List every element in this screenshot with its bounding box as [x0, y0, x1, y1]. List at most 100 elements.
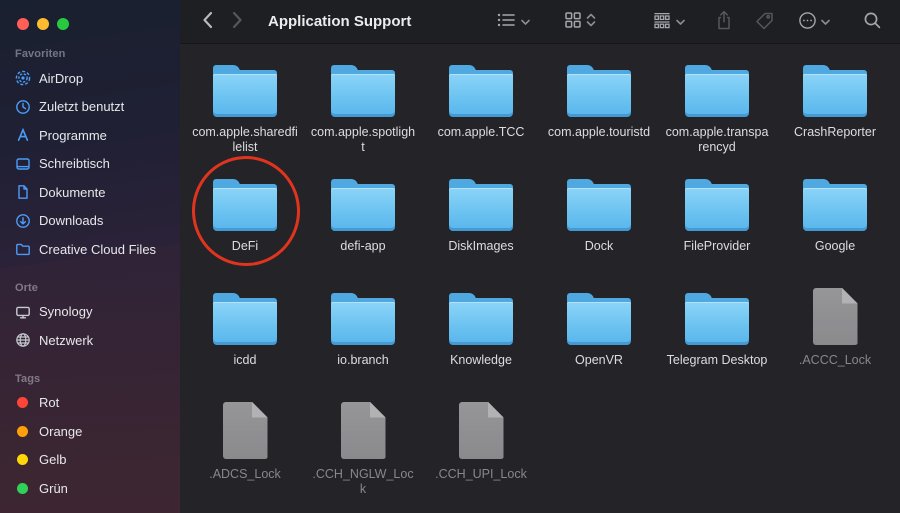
item-label: OpenVR — [575, 353, 623, 367]
folder-icon — [331, 179, 395, 231]
grid-item-google[interactable]: Google — [776, 169, 894, 283]
sidebar-item-dokumente[interactable]: Dokumente — [0, 178, 180, 207]
grid-item-cch-nglw-lock[interactable]: .CCH_NGLW_Lock — [304, 397, 422, 511]
grid-item-dock[interactable]: Dock — [540, 169, 658, 283]
sidebar-item-label: Synology — [39, 304, 93, 320]
item-label: com.apple.sharedfilelist — [192, 125, 298, 154]
minimize-button[interactable] — [37, 18, 49, 30]
item-label: DiskImages — [448, 239, 514, 253]
sidebar-tag-gelb[interactable]: Gelb — [0, 446, 180, 475]
list-view-icon — [497, 11, 517, 32]
grid-item-defi[interactable]: DeFi — [186, 169, 304, 283]
grid-item-knowledge[interactable]: Knowledge — [422, 283, 540, 397]
grid-item-com-apple-spotlight[interactable]: com.apple.spotlight — [304, 55, 422, 169]
toolbar: Application Support — [180, 0, 900, 44]
section-header: Favoriten — [15, 48, 66, 60]
list-view-button[interactable] — [497, 11, 531, 32]
more-button[interactable] — [798, 11, 831, 33]
grid-item-adcs-lock[interactable]: .ADCS_Lock — [186, 397, 304, 511]
window-controls — [0, 12, 180, 30]
sidebar-tag-rot[interactable]: Rot — [0, 389, 180, 418]
folder-icon — [685, 65, 749, 117]
tag-button[interactable] — [755, 11, 774, 33]
chevron-down-icon — [676, 14, 686, 29]
item-label: .ADCS_Lock — [209, 467, 281, 481]
share-button[interactable] — [715, 10, 733, 34]
grid-item-crashreporter[interactable]: CrashReporter — [776, 55, 894, 169]
grid-item-diskimages[interactable]: DiskImages — [422, 169, 540, 283]
sidebar-item-label: Schreibtisch — [39, 156, 110, 172]
folder-outline-icon — [14, 241, 31, 258]
file-icon — [340, 402, 386, 459]
chevron-down-icon — [821, 14, 831, 29]
item-label: icdd — [233, 353, 257, 367]
item-label: Dock — [584, 239, 614, 253]
grid-item-defi-app[interactable]: defi-app — [304, 169, 422, 283]
sidebar-item-airdrop[interactable]: AirDrop — [0, 64, 180, 93]
item-label: .ACCC_Lock — [798, 353, 872, 367]
forward-button[interactable] — [231, 10, 244, 33]
sidebar-tag-gruen[interactable]: Grün — [0, 474, 180, 503]
grid-item-fileprovider[interactable]: FileProvider — [658, 169, 776, 283]
item-label: CrashReporter — [794, 125, 876, 139]
sidebar-tag-orange[interactable]: Orange — [0, 417, 180, 446]
folder-icon — [685, 179, 749, 231]
chevron-up-down-icon — [586, 12, 596, 31]
grid-item-cch-upi-lock[interactable]: .CCH_UPI_Lock — [422, 397, 540, 511]
sidebar-item-label: AirDrop — [39, 70, 84, 86]
document-icon — [14, 184, 31, 201]
sidebar-item-synology[interactable]: Synology — [0, 298, 180, 327]
orange-tag-icon — [14, 423, 31, 440]
search-button[interactable] — [863, 11, 882, 33]
green-tag-icon — [14, 480, 31, 497]
folder-icon — [213, 179, 277, 231]
display-icon — [14, 303, 31, 320]
sidebar-item-label: Programme — [39, 127, 107, 143]
more-icon — [798, 11, 817, 33]
folder-icon — [803, 65, 867, 117]
item-label: Google — [814, 239, 856, 253]
section-header: Tags — [15, 372, 41, 385]
grid-item-com-apple-transparencyd[interactable]: com.apple.transparencyd — [658, 55, 776, 169]
grid-item-io-branch[interactable]: io.branch — [304, 283, 422, 397]
sidebar-item-netzwerk[interactable]: Netzwerk — [0, 326, 180, 355]
folder-icon — [449, 65, 513, 117]
sidebar-item-creative-cloud-files[interactable]: Creative Cloud Files — [0, 235, 180, 264]
grid-item-accc-lock[interactable]: .ACCC_Lock — [776, 283, 894, 397]
folder-icon — [567, 179, 631, 231]
folder-icon — [567, 65, 631, 117]
item-label: .CCH_UPI_Lock — [435, 467, 527, 481]
tag-label: Orange — [39, 423, 83, 439]
tag-icon — [755, 11, 774, 33]
folder-icon — [213, 65, 277, 117]
grid-item-com-apple-sharedfilelist[interactable]: com.apple.sharedfilelist — [186, 55, 304, 169]
grid-item-com-apple-tcc[interactable]: com.apple.TCC — [422, 55, 540, 169]
sidebar: Favoriten AirDrop Zuletzt benutzt Progra… — [0, 0, 180, 513]
sidebar-item-zuletzt-benutzt[interactable]: Zuletzt benutzt — [0, 93, 180, 122]
sidebar-item-programme[interactable]: Programme — [0, 121, 180, 150]
sidebar-item-downloads[interactable]: Downloads — [0, 207, 180, 236]
item-label: io.branch — [337, 353, 389, 367]
grid-item-telegram-desktop[interactable]: Telegram Desktop — [658, 283, 776, 397]
back-button[interactable] — [201, 10, 214, 33]
close-button[interactable] — [17, 18, 29, 30]
sidebar-item-label: Zuletzt benutzt — [39, 99, 125, 115]
section-header: Orte — [15, 281, 39, 294]
download-icon — [14, 212, 31, 229]
grid-item-com-apple-touristd[interactable]: com.apple.touristd — [540, 55, 658, 169]
chevron-left-icon — [201, 10, 214, 33]
zoom-button[interactable] — [57, 18, 69, 30]
chevron-down-icon — [521, 14, 531, 29]
grid-item-openvr[interactable]: OpenVR — [540, 283, 658, 397]
item-label: .CCH_NGLW_Lock — [312, 467, 414, 496]
group-view-button[interactable] — [652, 11, 686, 32]
tag-label: Grün — [39, 480, 68, 496]
chevron-right-icon — [231, 10, 244, 33]
icon-view-button[interactable] — [564, 11, 596, 32]
grid-item-icdd[interactable]: icdd — [186, 283, 304, 397]
sidebar-section-orte: Orte Synology Netzwerk — [0, 282, 180, 355]
sidebar-item-schreibtisch[interactable]: Schreibtisch — [0, 150, 180, 179]
sidebar-item-label: Dokumente — [39, 184, 106, 200]
sidebar-item-label: Creative Cloud Files — [39, 241, 157, 257]
airdrop-icon — [14, 70, 31, 87]
